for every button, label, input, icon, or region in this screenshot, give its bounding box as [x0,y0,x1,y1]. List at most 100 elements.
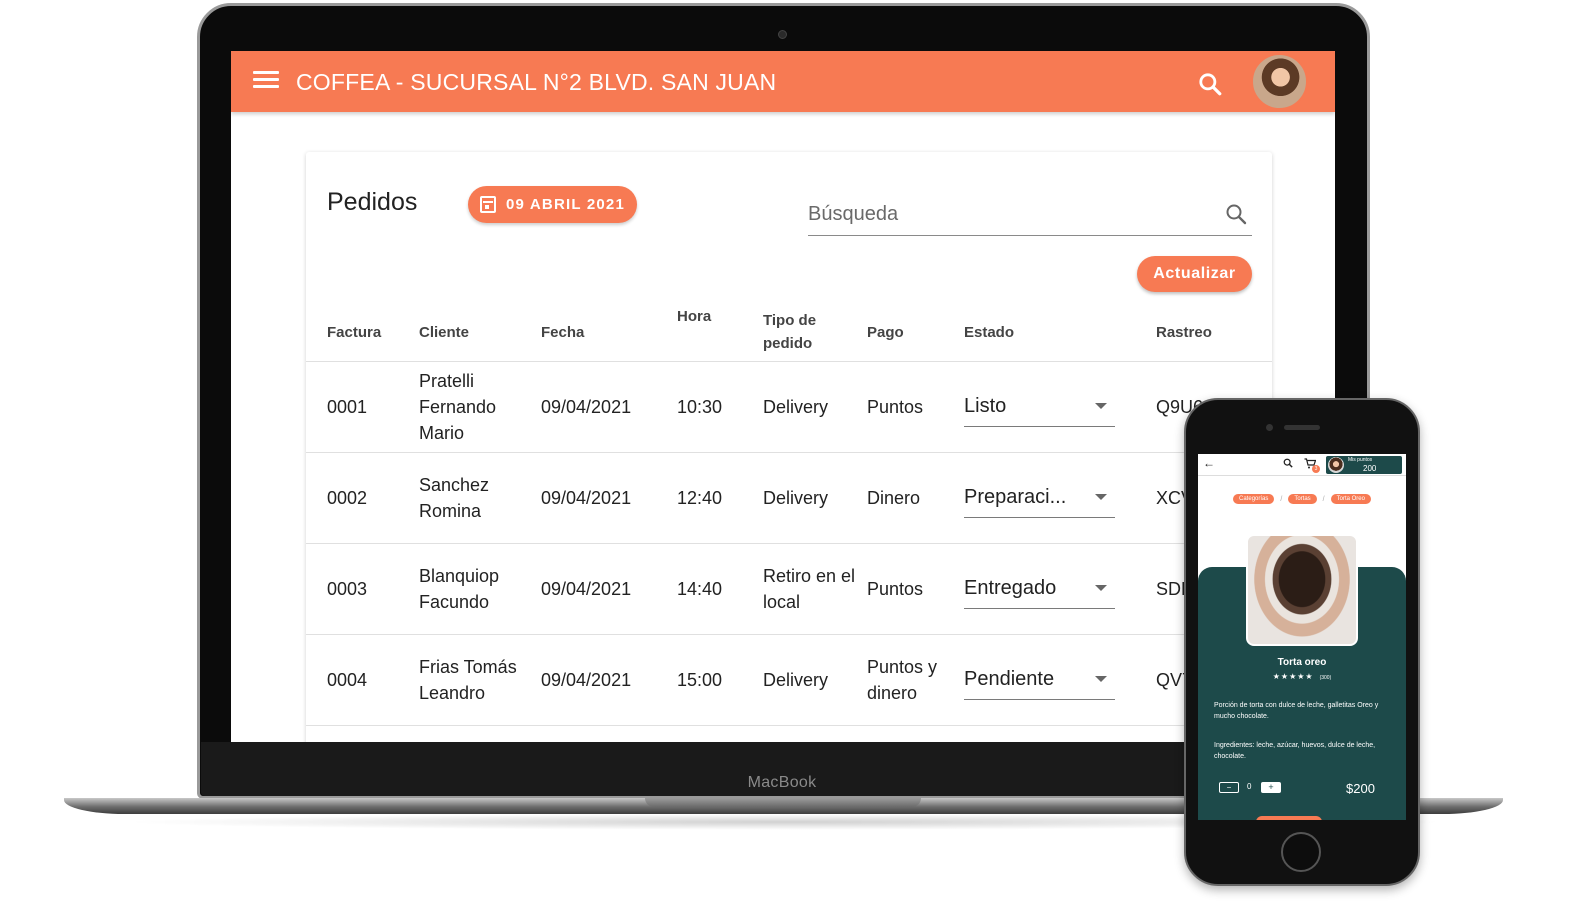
table-row[interactable]: 0001 Pratelli Fernando Mario 09/04/2021 … [306,361,1272,453]
cell-cliente: Sanchez Romina [419,452,541,544]
product-description: Porción de torta con dulce de leche, gal… [1214,702,1379,720]
search-field [808,197,1252,236]
estado-select[interactable]: Listo [964,387,1115,427]
column-header-hora[interactable]: Hora [677,304,763,362]
column-header-estado[interactable]: Estado [964,304,1156,362]
cell-estado: Listo [964,361,1156,453]
cell-fecha: 09/04/2021 [541,634,677,726]
table-row[interactable]: 0003 Blanquiop Facundo 09/04/2021 14:40 … [306,543,1272,635]
app-bar: COFFEA - SUCURSAL N°2 BLVD. SAN JUAN [231,51,1335,112]
cell-factura: 0003 [306,543,419,635]
cell-factura: 0002 [306,452,419,544]
estado-select[interactable]: Entregado [964,569,1115,609]
cart-badge: 3 [1312,465,1320,473]
chevron-down-icon [1095,585,1107,591]
points-label: Mis puntos [1348,457,1373,463]
avatar [1328,457,1344,473]
chevron-down-icon [1095,676,1107,682]
phone-speaker [1284,425,1320,430]
back-arrow-icon[interactable]: ← [1203,456,1215,470]
cell-hora: 12:40 [677,452,763,544]
column-header-tipo[interactable]: Tipo de pedido [763,304,867,362]
estado-value: Pendiente [964,668,1055,690]
product-name: Torta oreo [1277,657,1327,668]
phone-home-button[interactable] [1281,832,1321,872]
cell-pago: Dinero [867,452,964,544]
column-header-factura[interactable]: Factura [306,304,419,362]
laptop-base-notch [645,798,921,807]
product-image [1246,534,1358,646]
breadcrumb-item[interactable]: Torta Oreo [1330,494,1371,504]
estado-value: Entregado [964,577,1057,599]
table-header-row: Factura Cliente Fecha Hora Tipo de pedid… [306,304,1272,362]
table-row[interactable]: 0002 Sanchez Romina 09/04/2021 12:40 Del… [306,452,1272,544]
orders-table: Factura Cliente Fecha Hora Tipo de pedid… [306,304,1272,726]
chevron-down-icon [1095,494,1107,500]
phone-top-bar: ← 3 Mis puntos 200 [1198,454,1406,476]
date-chip[interactable]: 09 ABRIL 2021 [468,186,637,223]
laptop-camera [778,30,787,39]
phone-screen: ← 3 Mis puntos 200 Categorías / Tortas /… [1198,454,1406,820]
search-icon[interactable] [1224,202,1248,226]
column-header-rastreo[interactable]: Rastreo [1156,304,1272,362]
cell-cliente: Blanquiop Facundo [419,543,541,635]
product-price: $200 [1346,781,1375,796]
breadcrumb-item[interactable]: Categorías [1233,494,1275,504]
star-icons: ★★★★★ [1272,672,1314,681]
breadcrumb: Categorías / Tortas / Torta Oreo [1198,494,1406,504]
laptop-brand-label: MacBook [747,774,817,791]
breadcrumb-separator: / [1280,495,1283,503]
cell-tipo: Retiro en el local [763,543,867,635]
column-header-cliente[interactable]: Cliente [419,304,541,362]
product-ingredients: Ingredientes: leche, azúcar, huevos, dul… [1214,742,1376,760]
cell-pago: Puntos [867,543,964,635]
phone-camera [1266,424,1273,431]
search-input[interactable] [808,197,1208,231]
cell-tipo: Delivery [763,361,867,453]
refresh-button[interactable]: Actualizar [1137,256,1252,292]
search-icon[interactable] [1283,458,1293,468]
column-header-pago[interactable]: Pago [867,304,964,362]
rating: ★★★★★ (300) [1198,672,1406,681]
increase-quantity-button[interactable]: + [1261,782,1281,793]
cell-fecha: 09/04/2021 [541,361,677,453]
page-title: Pedidos [327,188,418,216]
points-badge[interactable]: Mis puntos 200 [1326,456,1402,474]
add-to-cart-button[interactable] [1256,816,1322,820]
decrease-quantity-button[interactable]: − [1219,782,1239,793]
cell-factura: 0001 [306,361,419,453]
estado-select[interactable]: Pendiente [964,660,1115,700]
orders-card: Pedidos 09 ABRIL 2021 Actualizar Factura… [306,152,1272,742]
cell-hora: 14:40 [677,543,763,635]
cell-factura: 0004 [306,634,419,726]
rating-count: (300) [1319,675,1332,681]
column-header-fecha[interactable]: Fecha [541,304,677,362]
cell-cliente: Pratelli Fernando Mario [419,361,541,453]
app-title: COFFEA - SUCURSAL N°2 BLVD. SAN JUAN [296,69,777,95]
table-row[interactable]: 0004 Frias Tomás Leandro 09/04/2021 15:0… [306,634,1272,726]
calendar-icon [480,196,496,213]
quantity-value: 0 [1247,782,1252,791]
chevron-down-icon [1095,403,1107,409]
estado-value: Preparaci... [964,486,1067,508]
cell-pago: Puntos [867,361,964,453]
cell-estado: Pendiente [964,634,1156,726]
date-chip-label: 09 ABRIL 2021 [506,196,625,213]
estado-value: Listo [964,395,1007,417]
user-avatar[interactable] [1251,53,1308,110]
cell-hora: 10:30 [677,361,763,453]
cell-tipo: Delivery [763,452,867,544]
cell-fecha: 09/04/2021 [541,543,677,635]
cell-tipo: Delivery [763,634,867,726]
breadcrumb-separator: / [1322,495,1325,503]
cell-estado: Entregado [964,543,1156,635]
cell-estado: Preparaci... [964,452,1156,544]
estado-select[interactable]: Preparaci... [964,478,1115,518]
menu-icon[interactable] [253,71,279,91]
breadcrumb-item[interactable]: Tortas [1288,494,1317,504]
cell-hora: 15:00 [677,634,763,726]
cell-fecha: 09/04/2021 [541,452,677,544]
search-icon[interactable] [1197,71,1223,97]
laptop-screen: COFFEA - SUCURSAL N°2 BLVD. SAN JUAN Ped… [231,51,1335,742]
points-value: 200 [1363,464,1377,473]
